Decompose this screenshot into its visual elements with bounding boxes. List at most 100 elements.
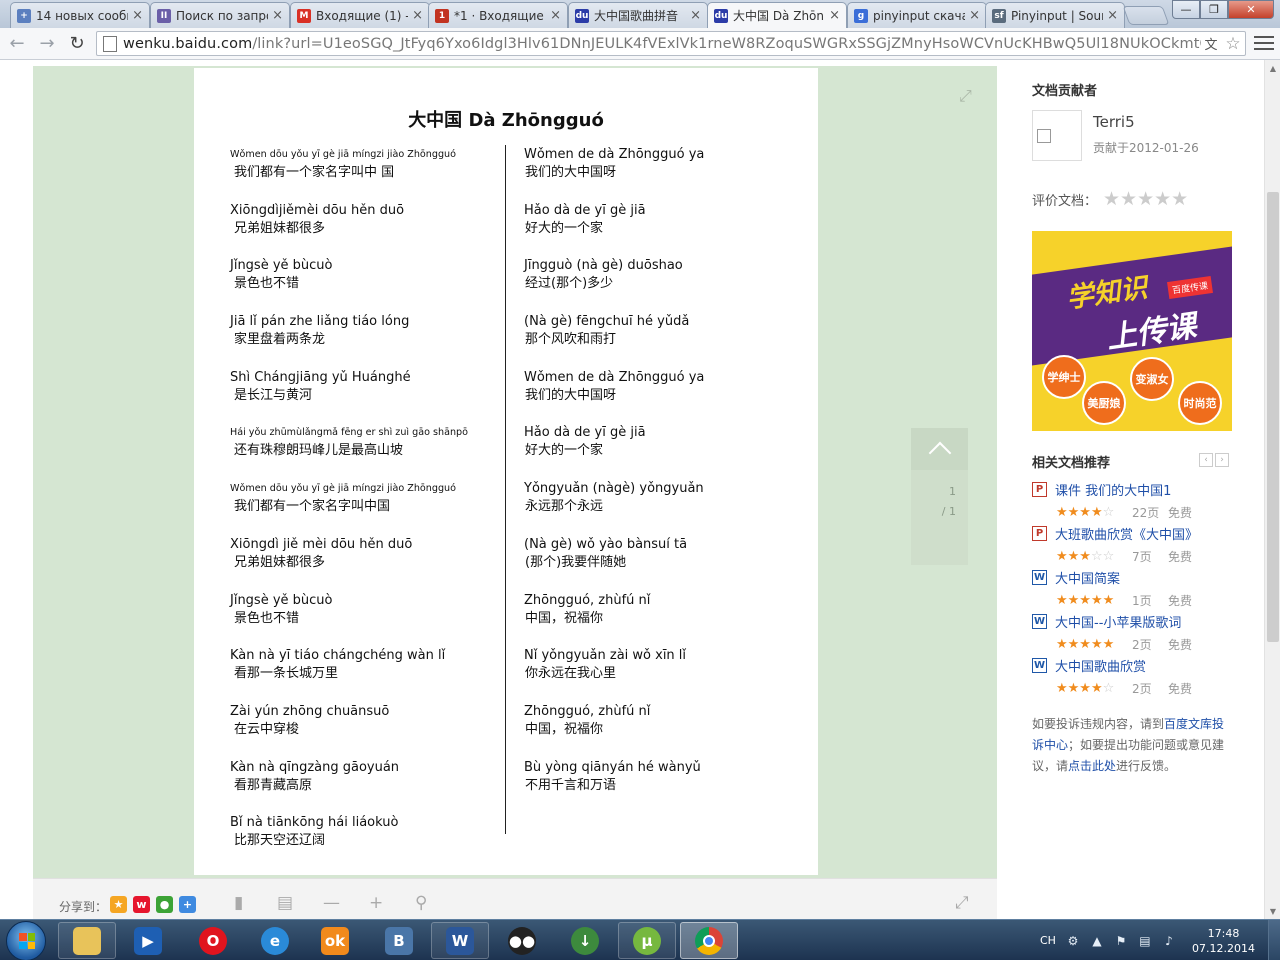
start-button[interactable] [6,921,46,960]
tab-close-icon[interactable]: × [272,8,283,23]
pinyin-line: Hái yǒu zhūmùlǎngmǎ fēng er shì zuì gāo … [230,427,469,439]
taskbar-odnoklassniki[interactable]: ok [306,922,364,959]
minimize-button[interactable]: — [1172,0,1200,19]
related-doc-link[interactable]: 大班歌曲欣赏《大中国》 [1055,524,1198,543]
tab-close-icon[interactable]: × [1107,8,1118,23]
taskbar-download-manager[interactable]: ↓ [556,922,614,959]
scroll-top-button[interactable] [911,428,968,470]
tab-close-icon[interactable]: × [550,8,561,23]
zoom-in-icon[interactable]: + [369,893,383,913]
browser-tab[interactable]: du 大中国 Dà Zhōn × [707,2,847,28]
share-qzone-icon[interactable]: ★ [110,896,127,913]
ad-banner[interactable]: 学知识 上传课 百度传课 学绅士 美厨娘 变淑女 时尚范 [1032,231,1232,431]
doc-rating-stars: ★★★★☆ [1056,505,1115,520]
scrollbar-thumb[interactable] [1267,192,1279,642]
media-player-icon: ▶ [134,926,162,955]
related-doc-item[interactable]: W 大中国--小苹果版歌词 ★★★★★ 2页 免费 [1032,612,1232,653]
tab-close-icon[interactable]: × [829,8,840,23]
chrome-menu-icon[interactable] [1254,34,1274,52]
taskbar-utorrent[interactable]: µ [618,922,676,959]
lyrics-right-column: Wǒmen de dà Zhōngguó ya 我们的大中国呀 Hǎo dà de … [524,146,794,814]
bookmark-icon[interactable]: ▮ [234,893,243,913]
taskbar-explorer[interactable] [58,922,116,959]
tab-close-icon[interactable]: × [412,8,423,23]
pinyin-line: Kàn nà yī tiáo chángchéng wàn lǐ [230,648,446,664]
rate-label: 评价文档： [1032,193,1098,209]
back-button[interactable]: ← [4,31,30,57]
related-doc-link[interactable]: 大中国--小苹果版歌词 [1055,612,1181,631]
pinyin-line: Jǐngsè yě bùcuò [230,258,333,274]
tab-favicon-icon: II [157,8,171,23]
taskbar: ▶ O e ok B W ●● ↓ µ CH ⚙ ▲ ⚑ ▤ ♪ 17:48 0… [0,919,1280,960]
share-more-icon[interactable]: + [179,896,196,913]
share-wechat-icon[interactable]: ● [156,896,173,913]
volume-icon[interactable]: ♪ [1162,934,1176,948]
fullscreen-bottom-icon[interactable]: ⤢ [955,893,969,913]
show-desktop-button[interactable] [1268,920,1280,960]
related-doc-item[interactable]: P 大班歌曲欣赏《大中国》 ★★★☆☆ 7页 免费 [1032,524,1232,565]
odnoklassniki-icon: ok [321,926,349,955]
network-icon[interactable]: ▤ [1138,934,1152,948]
action-center-flag-icon[interactable]: ⚑ [1114,934,1128,948]
clock[interactable]: 17:48 07.12.2014 [1192,926,1255,956]
taskbar-word[interactable]: W [431,922,489,959]
rating-stars[interactable]: ★★★★★ [1103,188,1188,210]
browser-tab[interactable]: 1 *1 · Входящие × [428,2,568,28]
translate-icon[interactable]: 文 [1201,34,1221,54]
taskbar-chrome[interactable] [680,922,738,959]
reload-button[interactable]: ↻ [64,31,90,57]
related-doc-link[interactable]: 大中国歌曲欣赏 [1055,656,1146,675]
document-icon[interactable]: ▤ [277,893,293,913]
tab-title: 14 новых сообщ [36,8,129,23]
contributor-heading: 文档贡献者 [1032,84,1098,99]
taskbar-vk[interactable]: B [370,922,428,959]
browser-tab[interactable]: g pinyinput скача × [847,2,987,28]
next-arrow-icon[interactable]: › [1215,453,1229,467]
related-doc-item[interactable]: P 课件 我们的大中国1 ★★★★☆ 22页 免费 [1032,480,1232,521]
fullscreen-icon[interactable]: ⤢ [959,86,972,106]
hanzi-line: 是长江与黄河 [234,387,313,403]
related-doc-item[interactable]: W 大中国歌曲欣赏 ★★★★☆ 2页 免费 [1032,656,1232,697]
page-scrollbar[interactable]: ▲ ▼ [1264,60,1280,919]
browser-tab[interactable]: +14 новых сообщ × [10,2,150,28]
contributor-name[interactable]: Terri5 [1093,113,1135,131]
taskbar-app[interactable]: ●● [493,922,551,959]
tab-close-icon[interactable]: × [969,8,980,23]
close-window-button[interactable]: ✕ [1228,0,1274,19]
search-icon[interactable]: ⚲ [415,893,427,913]
zoom-out-icon[interactable]: — [323,893,340,913]
tab-close-icon[interactable]: × [132,8,143,23]
pinyin-line: Yǒngyuǎn (nàgè) yǒngyuǎn [524,481,704,497]
maximize-button[interactable]: ❐ [1200,0,1228,19]
taskbar-media-player[interactable]: ▶ [119,922,177,959]
forward-button[interactable]: → [34,31,60,57]
tab-favicon-icon: g [854,8,868,23]
browser-tab[interactable]: II Поиск по запро × [150,2,290,28]
related-doc-link[interactable]: 课件 我们的大中国1 [1055,480,1171,499]
tab-close-icon[interactable]: × [690,8,701,23]
share-weibo-icon[interactable]: w [133,896,150,913]
avatar[interactable] [1032,110,1082,161]
related-doc-item[interactable]: W 大中国简案 ★★★★★ 1页 免费 [1032,568,1232,609]
scroll-down-arrow-icon[interactable]: ▼ [1265,903,1280,919]
prev-arrow-icon[interactable]: ‹ [1199,453,1213,467]
new-tab-button[interactable] [1122,6,1170,25]
browser-tab[interactable]: M Входящие (1) - × [290,2,430,28]
browser-tab[interactable]: du 大中国歌曲拼音 × [568,2,708,28]
related-doc-link[interactable]: 大中国简案 [1055,568,1120,587]
document-page: 大中国 Dà Zhōngguó Wǒmen dōu yǒu yī gè jiā … [194,68,818,875]
tray-expand-icon[interactable]: ▲ [1090,934,1104,948]
url-text[interactable]: wenku.baidu.com/link?url=U1eoSGQ_JtFyq6Y… [123,36,1201,52]
scroll-up-arrow-icon[interactable]: ▲ [1265,60,1280,76]
browser-tab[interactable]: sf Pinyinput | Sour × [985,2,1125,28]
taskbar-opera[interactable]: O [184,922,242,959]
input-language[interactable]: CH [1040,934,1056,947]
bookmark-star-icon[interactable]: ☆ [1221,34,1245,54]
feedback-link[interactable]: 点击此处 [1068,759,1116,773]
page-icon [103,35,117,52]
ad-bubble: 变淑女 [1130,357,1174,401]
taskbar-internet-explorer[interactable]: e [246,922,304,959]
hanzi-line: 家里盘着两条龙 [234,332,326,348]
address-bar[interactable]: wenku.baidu.com/link?url=U1eoSGQ_JtFyq6Y… [96,31,1246,56]
ime-icon[interactable]: ⚙ [1066,934,1080,948]
